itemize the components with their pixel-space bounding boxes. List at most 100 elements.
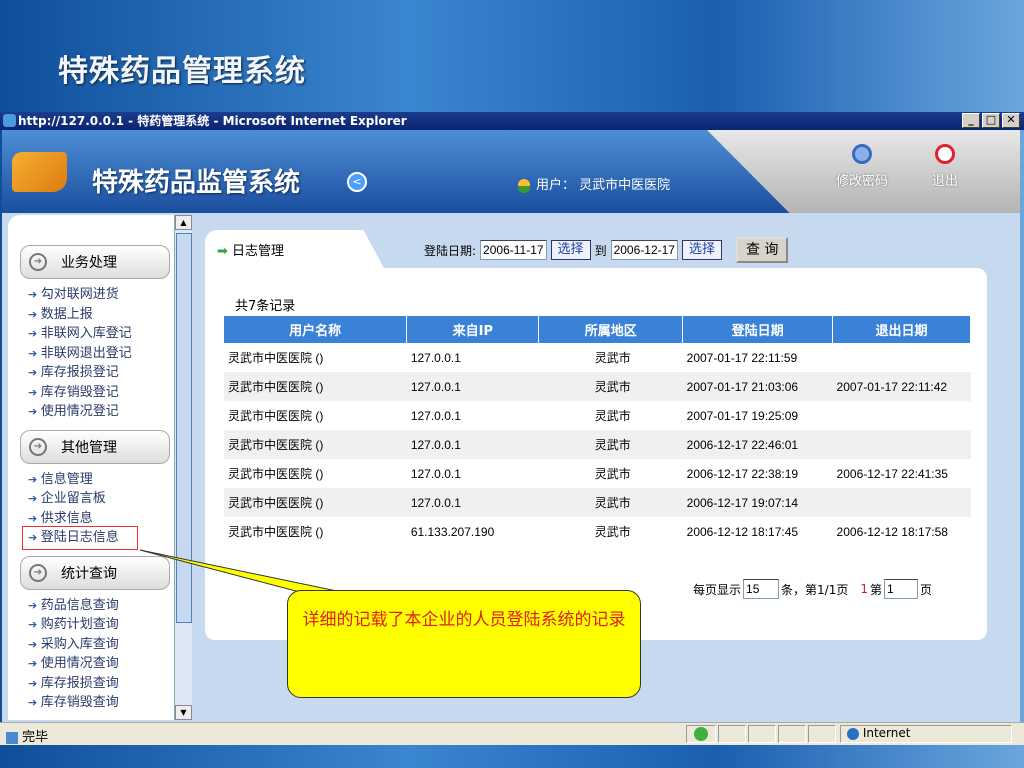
sidebar-item[interactable]: 供求信息 (8, 509, 174, 529)
sidebar-item[interactable]: 库存销毁登记 (8, 383, 174, 403)
table-cell: 灵武市 (538, 372, 683, 401)
sidebar-item[interactable]: 非联网入库登记 (8, 324, 174, 344)
app-header: 特殊药品监管系统 < 用户： 灵武市中医医院 修改密码 退出 (2, 130, 1020, 213)
sidebar-item[interactable]: 信息管理 (8, 470, 174, 490)
pager: 每页显示 15 条，第1/1页 1 第 1 页 (693, 579, 932, 599)
power-icon (935, 144, 955, 164)
sidebar-item[interactable]: 库存报损登记 (8, 363, 174, 383)
check-icon (694, 727, 708, 741)
sidebar-item[interactable]: 药品信息查询 (8, 596, 174, 616)
callout-note: 详细的记载了本企业的人员登陆系统的记录 (287, 590, 641, 698)
sidebar-item[interactable]: 使用情况查询 (8, 654, 174, 674)
table-cell: 127.0.0.1 (410, 350, 461, 365)
sidebar-item[interactable]: 企业留言板 (8, 489, 174, 509)
sidebar-scrollbar[interactable]: ▲ ▼ (174, 215, 192, 720)
table-cell: 2006-12-12 18:17:45 (686, 524, 799, 539)
globe-icon (847, 727, 859, 740)
slide-title: 特殊药品管理系统 (58, 54, 306, 89)
column-header: 退出日期 (832, 316, 971, 343)
table-cell: 127.0.0.1 (410, 408, 461, 423)
table-cell: 2006-12-17 22:46:01 (682, 430, 833, 459)
table-cell: 2006-12-17 19:07:14 (682, 488, 833, 517)
sidebar-item[interactable]: 数据上报 (8, 305, 174, 325)
table-cell: 灵武市中医医院 () (224, 430, 407, 459)
from-date-input[interactable]: 2006-11-17 (480, 240, 547, 260)
table-cell: 灵武市 (594, 351, 631, 365)
sidebar-item[interactable]: 登陆日志信息 (22, 526, 138, 550)
table-cell: 127.0.0.1 (410, 466, 461, 481)
query-button[interactable]: 查 询 (735, 237, 789, 263)
table-cell: 灵武市 (538, 430, 683, 459)
sidebar-item[interactable]: 购药计划查询 (8, 615, 174, 635)
column-header: 登陆日期 (682, 316, 834, 343)
per-page-input[interactable]: 15 (743, 579, 780, 599)
table-cell: 2006-12-12 18:17:58 (836, 524, 948, 539)
table-cell: 2006-12-17 22:38:19 (686, 466, 799, 481)
arrow-circle-icon: ➔ (29, 437, 47, 456)
to-date-input[interactable]: 2006-12-17 (610, 240, 678, 260)
table-cell (833, 401, 971, 430)
column-header: 用户名称 (224, 316, 408, 343)
table-cell: 2007-01-17 22:11:42 (832, 372, 971, 401)
sidebar-section-1[interactable]: ➔ 其他管理 (20, 429, 170, 464)
table-cell: 2007-01-17 22:11:59 (686, 350, 798, 365)
pick-from-button[interactable]: 选择 (550, 240, 591, 260)
page-icon (6, 731, 18, 744)
user-icon (518, 178, 530, 193)
app-title: 特殊药品监管系统 (92, 168, 301, 198)
sidebar-item[interactable]: 库存报损查询 (8, 674, 174, 694)
sidebar-item[interactable]: 非联网退出登记 (8, 344, 174, 364)
sidebar-item[interactable]: 勾对联网进货 (8, 285, 174, 305)
table-row: 灵武市中医医院 () 127.0.0.1 灵武市 2006-12-17 22:38:1… (224, 459, 971, 488)
logo-icon (12, 152, 67, 192)
status-bar: 完毕 Internet (0, 722, 1024, 745)
sidebar: ➔业务处理勾对联网进货数据上报非联网入库登记非联网退出登记库存报损登记库存销毁登… (8, 215, 174, 720)
minimize-button[interactable]: _ (962, 113, 980, 128)
arrow-circle-icon: ➔ (29, 253, 47, 271)
table-cell: 灵武市中医医院 () (228, 351, 324, 365)
arrow-circle-icon: ➔ (29, 563, 47, 582)
collapse-icon[interactable]: < (347, 172, 367, 192)
table-row: 灵武市中医医院 () 61.133.207.190 灵武市 2006-12-12 18… (224, 517, 971, 546)
table-cell: 灵武市中医医院 () (228, 467, 324, 481)
table-cell: 灵武市 (594, 467, 631, 481)
close-button[interactable]: ✕ (1002, 113, 1020, 128)
arrow-right-icon: ➡ (217, 244, 228, 259)
sidebar-section-2[interactable]: ➔ 统计查询 (20, 555, 170, 590)
table-cell: 2006-12-17 22:41:35 (836, 466, 948, 481)
pick-to-button[interactable]: 选择 (681, 240, 722, 260)
change-password-button[interactable]: 修改密码 (836, 144, 888, 189)
table-row: 灵武市中医医院 () 127.0.0.1 灵武市 2006-12-17 19:07:1… (224, 488, 971, 517)
logout-button[interactable]: 退出 (932, 144, 958, 189)
table-row: 灵武市中医医院 () 127.0.0.1 灵武市 2006-12-17 22:46:0… (224, 430, 971, 459)
table-cell (832, 430, 971, 459)
table-cell: 灵武市中医医院 () (228, 525, 324, 539)
table-cell: 127.0.0.1 (406, 372, 539, 401)
sidebar-item[interactable]: 采购入库查询 (8, 635, 174, 655)
user-name: 灵武市中医医院 (579, 178, 671, 193)
sidebar-item[interactable]: 使用情况登记 (8, 402, 174, 422)
maximize-button[interactable]: □ (982, 113, 1000, 128)
sidebar-item[interactable]: 库存销毁查询 (8, 693, 174, 713)
lock-icon (852, 144, 872, 164)
table-cell: 灵武市中医医院 () (224, 372, 407, 401)
scroll-down-button[interactable]: ▼ (175, 705, 192, 720)
sidebar-section-0[interactable]: ➔ 业务处理 (20, 245, 170, 279)
ie-title-bar: http://127.0.0.1 - 特药管理系统 - Microsoft In… (0, 112, 1024, 130)
table-cell: 61.133.207.190 (410, 524, 495, 539)
page-link-1[interactable]: 1 (860, 582, 868, 596)
user-info: 用户： 灵武市中医医院 (518, 174, 670, 193)
column-header: 来自IP (406, 316, 540, 343)
table-cell: 灵武市 (594, 409, 631, 423)
table-row: 灵武市中医医院 () 127.0.0.1 灵武市 2007-01-17 22:11:5… (224, 343, 971, 372)
record-count: 共7条记录 (235, 299, 296, 314)
table-cell: 灵武市 (594, 525, 631, 539)
scroll-thumb[interactable] (176, 233, 192, 623)
table-cell (833, 343, 971, 372)
goto-page-input[interactable]: 1 (884, 579, 918, 599)
table-cell: 灵武市中医医院 () (224, 488, 407, 517)
tab-log-management[interactable]: ➡ 日志管理 (205, 230, 385, 270)
table-cell: 2007-01-17 21:03:06 (682, 372, 833, 401)
scroll-up-button[interactable]: ▲ (175, 215, 192, 230)
log-table: 用户名称 来自IP 所属地区 登陆日期 退出日期 灵武市中医医院 () 127.0.0.1… (224, 316, 971, 546)
